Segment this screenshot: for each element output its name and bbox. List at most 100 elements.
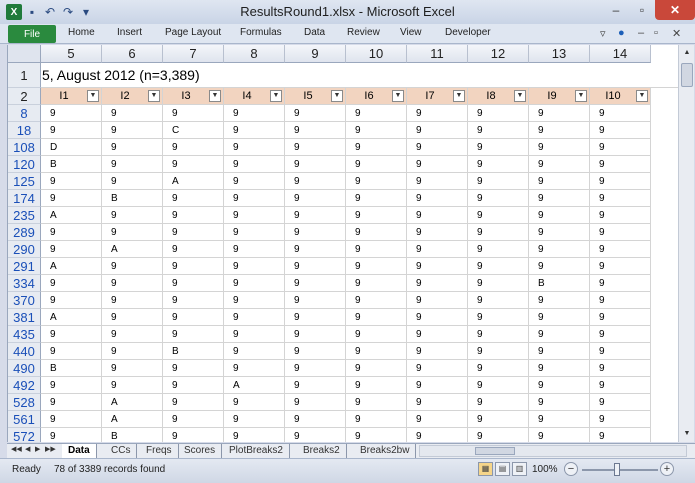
table-cell[interactable]: 9: [285, 343, 346, 360]
table-cell[interactable]: 9: [346, 173, 407, 190]
table-cell[interactable]: 9: [102, 343, 163, 360]
table-cell[interactable]: 9: [102, 326, 163, 343]
table-cell[interactable]: 9: [468, 173, 529, 190]
table-cell[interactable]: 9: [529, 156, 590, 173]
table-cell[interactable]: 9: [285, 292, 346, 309]
table-cell[interactable]: 9: [346, 190, 407, 207]
scroll-down-arrow-icon[interactable]: ▼: [679, 426, 695, 442]
table-cell[interactable]: 9: [224, 190, 285, 207]
table-cell[interactable]: 9: [224, 105, 285, 122]
row-header[interactable]: 8: [8, 105, 41, 122]
table-cell[interactable]: 9: [407, 326, 468, 343]
table-cell[interactable]: 9: [529, 122, 590, 139]
table-cell[interactable]: 9: [590, 292, 651, 309]
table-cell[interactable]: 9: [468, 139, 529, 156]
table-cell[interactable]: 9: [41, 326, 102, 343]
page-layout-view-icon[interactable]: ▤: [495, 462, 510, 476]
table-cell[interactable]: 9: [163, 156, 224, 173]
table-cell[interactable]: 9: [468, 343, 529, 360]
table-cell[interactable]: 9: [224, 309, 285, 326]
table-cell[interactable]: 9: [529, 326, 590, 343]
table-cell[interactable]: 9: [407, 309, 468, 326]
table-cell[interactable]: 9: [529, 394, 590, 411]
table-cell[interactable]: 9: [468, 275, 529, 292]
table-cell[interactable]: 9: [224, 241, 285, 258]
table-cell[interactable]: 9: [590, 360, 651, 377]
table-cell[interactable]: 9: [285, 428, 346, 442]
tab-page-layout[interactable]: Page Layout: [165, 27, 221, 38]
table-cell[interactable]: 9: [407, 105, 468, 122]
table-cell[interactable]: 9: [407, 224, 468, 241]
table-cell[interactable]: 9: [102, 275, 163, 292]
table-cell[interactable]: 9: [407, 258, 468, 275]
row-header[interactable]: 334: [8, 275, 41, 292]
table-cell[interactable]: 9: [224, 360, 285, 377]
row-header[interactable]: 370: [8, 292, 41, 309]
zoom-out-button[interactable]: −: [564, 462, 578, 476]
table-cell[interactable]: 9: [407, 292, 468, 309]
column-header[interactable]: 8: [224, 45, 285, 63]
filter-dropdown-icon[interactable]: ▼: [209, 90, 221, 102]
table-cell[interactable]: 9: [163, 105, 224, 122]
table-cell[interactable]: 9: [346, 139, 407, 156]
table-cell[interactable]: 9: [529, 309, 590, 326]
table-cell[interactable]: B: [102, 428, 163, 442]
tab-review[interactable]: Review: [347, 27, 380, 38]
row-header[interactable]: 381: [8, 309, 41, 326]
table-cell[interactable]: 9: [224, 326, 285, 343]
next-sheet-icon[interactable]: ▶: [35, 445, 40, 453]
table-cell[interactable]: 9: [41, 173, 102, 190]
zoom-slider[interactable]: [582, 469, 658, 471]
filter-dropdown-icon[interactable]: ▼: [514, 90, 526, 102]
table-cell[interactable]: 9: [41, 190, 102, 207]
table-cell[interactable]: 9: [163, 394, 224, 411]
workbook-minimize-icon[interactable]: –: [638, 27, 644, 39]
table-header-cell[interactable]: I1 ▼: [41, 88, 102, 105]
sheet-tab[interactable]: Breaks2bw: [354, 444, 417, 458]
table-header-cell[interactable]: I4 ▼: [224, 88, 285, 105]
tab-home[interactable]: Home: [68, 27, 95, 38]
table-cell[interactable]: 9: [468, 309, 529, 326]
table-header-cell[interactable]: I2 ▼: [102, 88, 163, 105]
first-sheet-icon[interactable]: ◀◀: [11, 445, 22, 453]
table-cell[interactable]: 9: [590, 105, 651, 122]
table-cell[interactable]: D: [41, 139, 102, 156]
row-header[interactable]: 125: [8, 173, 41, 190]
table-cell[interactable]: A: [41, 258, 102, 275]
table-cell[interactable]: 9: [346, 360, 407, 377]
table-cell[interactable]: 9: [102, 224, 163, 241]
row-header[interactable]: 235: [8, 207, 41, 224]
table-cell[interactable]: 9: [346, 241, 407, 258]
table-cell[interactable]: 9: [346, 156, 407, 173]
column-header[interactable]: 5: [41, 45, 102, 63]
vertical-scrollbar[interactable]: ▲ ▼: [678, 45, 694, 442]
table-cell[interactable]: 9: [346, 377, 407, 394]
table-cell[interactable]: 9: [163, 224, 224, 241]
table-cell[interactable]: 9: [102, 207, 163, 224]
workbook-restore-icon[interactable]: ▫: [654, 27, 658, 39]
table-cell[interactable]: 9: [468, 207, 529, 224]
table-cell[interactable]: 9: [285, 122, 346, 139]
table-cell[interactable]: 9: [407, 394, 468, 411]
table-cell[interactable]: 9: [346, 309, 407, 326]
table-cell[interactable]: 9: [468, 394, 529, 411]
table-cell[interactable]: 9: [285, 105, 346, 122]
column-header[interactable]: 10: [346, 45, 407, 63]
table-cell[interactable]: 9: [41, 241, 102, 258]
table-cell[interactable]: 9: [590, 309, 651, 326]
table-cell[interactable]: 9: [346, 292, 407, 309]
table-cell[interactable]: 9: [41, 224, 102, 241]
table-cell[interactable]: 9: [41, 411, 102, 428]
table-cell[interactable]: 9: [285, 139, 346, 156]
table-cell[interactable]: 9: [407, 428, 468, 442]
table-cell[interactable]: 9: [590, 275, 651, 292]
table-cell[interactable]: A: [102, 411, 163, 428]
table-cell[interactable]: 9: [590, 326, 651, 343]
table-cell[interactable]: 9: [41, 377, 102, 394]
table-cell[interactable]: 9: [224, 139, 285, 156]
table-cell[interactable]: 9: [41, 343, 102, 360]
table-header-cell[interactable]: I8 ▼: [468, 88, 529, 105]
prev-sheet-icon[interactable]: ◀: [25, 445, 30, 453]
table-cell[interactable]: 9: [102, 258, 163, 275]
table-cell[interactable]: 9: [468, 224, 529, 241]
